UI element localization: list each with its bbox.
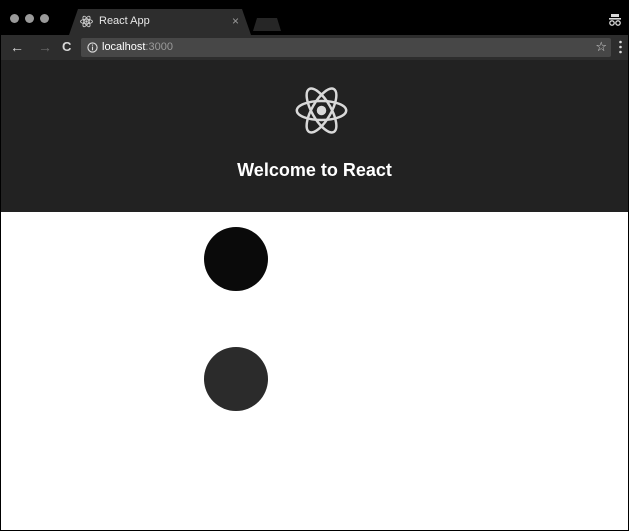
url-host: localhost (102, 41, 146, 53)
tab-title: React App (99, 15, 150, 27)
tab-close-icon[interactable]: × (232, 14, 239, 28)
app-content (1, 212, 628, 530)
react-logo-icon (80, 15, 93, 28)
close-window-icon[interactable] (10, 14, 19, 23)
circle-1 (204, 227, 268, 291)
menu-dots-icon[interactable] (619, 40, 622, 54)
address-bar[interactable]: localhost:3000 ☆ (81, 38, 611, 57)
browser-toolbar: ← → C localhost:3000 ☆ (1, 35, 628, 60)
tab-react-app[interactable]: React App × (69, 9, 251, 35)
url-port: :3000 (145, 41, 173, 53)
forward-button[interactable]: → (38, 39, 52, 55)
back-button[interactable]: ← (10, 39, 24, 55)
browser-window: React App × ← → C localhost:3000 ☆ Welco… (0, 0, 629, 531)
circle-2 (204, 347, 268, 411)
url-text: localhost:3000 (102, 41, 173, 53)
reload-button[interactable]: C (62, 39, 71, 55)
page-title: Welcome to React (237, 160, 392, 180)
app-header: Welcome to React (1, 60, 628, 212)
react-logo-icon (295, 87, 348, 134)
minimize-window-icon[interactable] (25, 14, 34, 23)
bookmark-star-icon[interactable]: ☆ (595, 39, 607, 55)
incognito-icon (609, 14, 621, 26)
info-icon[interactable] (87, 42, 98, 53)
tab-strip: React App × (1, 0, 628, 35)
maximize-window-icon[interactable] (40, 14, 49, 23)
new-tab-button[interactable] (253, 18, 281, 31)
